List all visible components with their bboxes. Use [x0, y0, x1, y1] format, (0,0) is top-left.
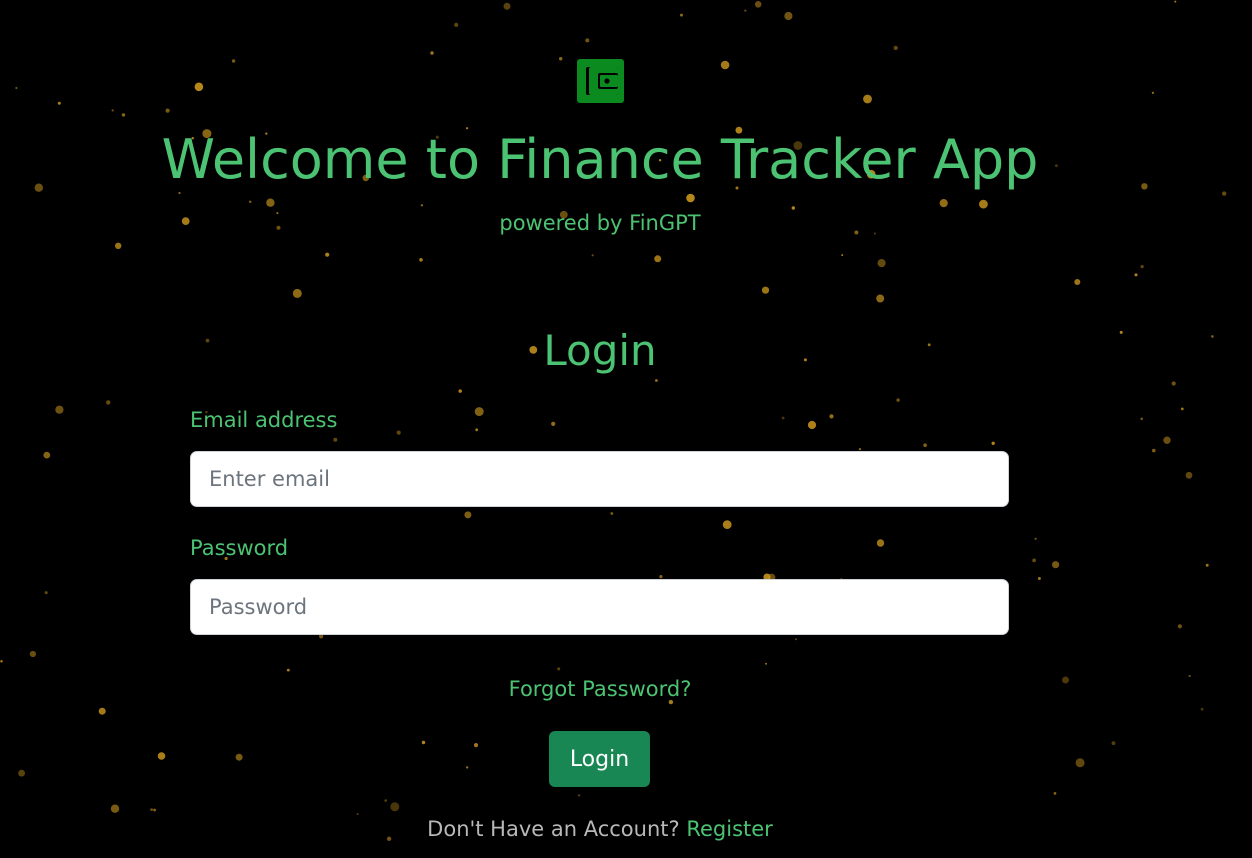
forgot-password-link[interactable]: Forgot Password?	[0, 674, 1200, 704]
email-input[interactable]	[190, 451, 1009, 507]
login-button[interactable]: Login	[549, 731, 650, 787]
register-row: Don't Have an Account? Register	[0, 814, 1200, 844]
password-label: Password	[190, 536, 289, 560]
login-heading: Login	[543, 326, 657, 375]
login-page: Welcome to Finance Tracker App powered b…	[0, 0, 1252, 858]
email-label: Email address	[190, 408, 338, 432]
register-link[interactable]: Register	[686, 817, 772, 841]
register-prompt: Don't Have an Account?	[427, 817, 680, 841]
wallet-icon	[576, 58, 625, 104]
app-subtitle: powered by FinGPT	[499, 211, 701, 235]
password-input[interactable]	[190, 579, 1009, 635]
app-title: Welcome to Finance Tracker App	[161, 128, 1039, 191]
